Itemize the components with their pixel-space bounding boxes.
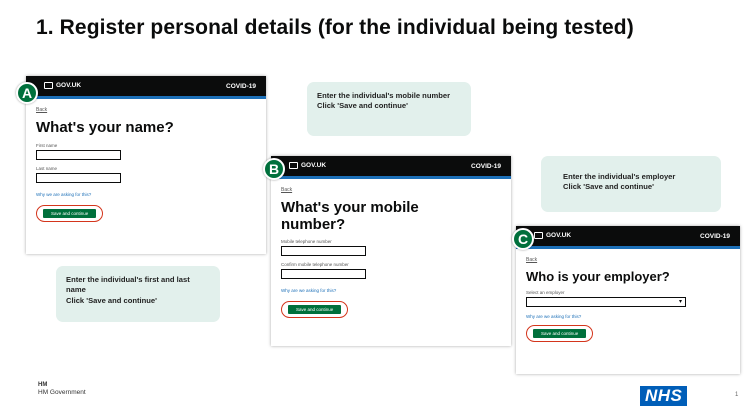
nhs-logo: NHS xyxy=(640,386,688,406)
help-link[interactable]: Why are we asking for this? xyxy=(281,288,501,293)
back-link[interactable]: Back xyxy=(526,257,730,263)
last-name-input[interactable] xyxy=(36,172,121,183)
confirm-mobile-input[interactable] xyxy=(281,269,366,279)
crown-icon xyxy=(44,82,53,90)
screenshot-name: GOV.UK COVID-19 Back What's your name? F… xyxy=(26,76,266,254)
crown-icon xyxy=(289,162,298,170)
govuk-logo[interactable]: GOV.UK xyxy=(534,232,571,240)
govuk-logo[interactable]: GOV.UK xyxy=(289,162,326,170)
royal-arms-icon: HM xyxy=(38,382,48,388)
step-badge-b: B xyxy=(263,158,285,180)
instruction-note-mobile: Enter the individual's mobile number Cli… xyxy=(307,82,471,136)
back-link[interactable]: Back xyxy=(36,107,256,113)
question-heading: What's your name? xyxy=(36,119,174,136)
govuk-header: GOV.UK COVID-19 xyxy=(271,156,511,179)
instruction-note-employer: Enter the individual's employer Click 'S… xyxy=(541,156,721,212)
first-name-input[interactable] xyxy=(36,149,121,160)
service-name: COVID-19 xyxy=(226,82,256,90)
help-link[interactable]: Why are we asking for this? xyxy=(526,314,730,319)
first-name-label: First name xyxy=(36,142,58,148)
step-badge-a: A xyxy=(16,82,38,104)
employer-select[interactable]: ▾ xyxy=(526,297,686,308)
confirm-mobile-label: Confirm mobile telephone number xyxy=(281,262,349,267)
govuk-header: GOV.UK COVID-19 xyxy=(26,76,266,99)
instruction-note-name: Enter the individual's first and last na… xyxy=(56,266,220,322)
step-badge-c: C xyxy=(512,228,534,250)
service-name: COVID-19 xyxy=(471,162,501,170)
govuk-logo[interactable]: GOV.UK xyxy=(44,82,81,90)
govuk-header: GOV.UK COVID-19 xyxy=(516,226,740,249)
help-link[interactable]: Why we are asking for this? xyxy=(36,192,256,197)
save-and-continue-button[interactable]: Save and continue xyxy=(533,329,587,339)
button-highlight: Save and continue xyxy=(281,301,349,318)
employer-label: Select an employer xyxy=(526,290,565,296)
screenshot-employer: GOV.UK COVID-19 Back Who is your employe… xyxy=(516,226,740,374)
hm-government-logo: HM HM Government xyxy=(38,382,86,397)
service-name: COVID-19 xyxy=(700,232,730,240)
crown-icon xyxy=(534,232,543,240)
back-link[interactable]: Back xyxy=(281,187,501,193)
chevron-down-icon: ▾ xyxy=(678,299,682,306)
button-highlight: Save and continue xyxy=(36,204,104,222)
mobile-number-label: Mobile telephone number xyxy=(281,239,332,244)
mobile-number-input[interactable] xyxy=(281,246,366,256)
screenshot-mobile: GOV.UK COVID-19 Back What's your mobile … xyxy=(271,156,511,346)
save-and-continue-button[interactable]: Save and continue xyxy=(43,208,97,218)
button-highlight: Save and continue xyxy=(526,325,594,343)
save-and-continue-button[interactable]: Save and continue xyxy=(288,305,342,314)
last-name-label: Last name xyxy=(36,165,58,171)
question-heading: Who is your employer? xyxy=(526,269,670,284)
page-title: 1. Register personal details (for the in… xyxy=(36,16,634,39)
page-number: 1 xyxy=(735,392,739,398)
question-heading: What's your mobile number? xyxy=(281,199,419,233)
